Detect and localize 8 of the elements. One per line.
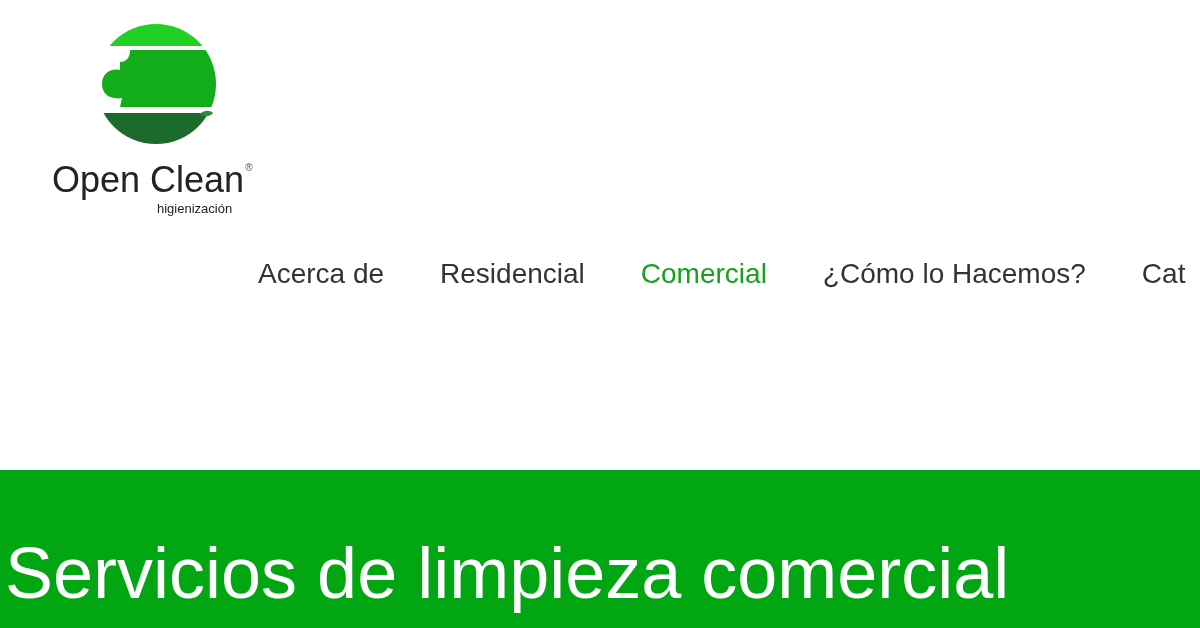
logo-tagline: higienización xyxy=(157,202,233,215)
nav-link[interactable]: ¿Cómo lo Hacemos? xyxy=(822,260,1086,288)
nav-link[interactable]: Cat xyxy=(1141,260,1186,288)
registered-mark: ® xyxy=(245,163,253,173)
nav-link[interactable]: Residencial xyxy=(440,260,585,288)
hero-title: Servicios de limpieza comercial xyxy=(5,532,1010,615)
logo-wordmark: Open Clean xyxy=(52,162,245,198)
nav-link[interactable]: Acerca de xyxy=(258,260,385,288)
